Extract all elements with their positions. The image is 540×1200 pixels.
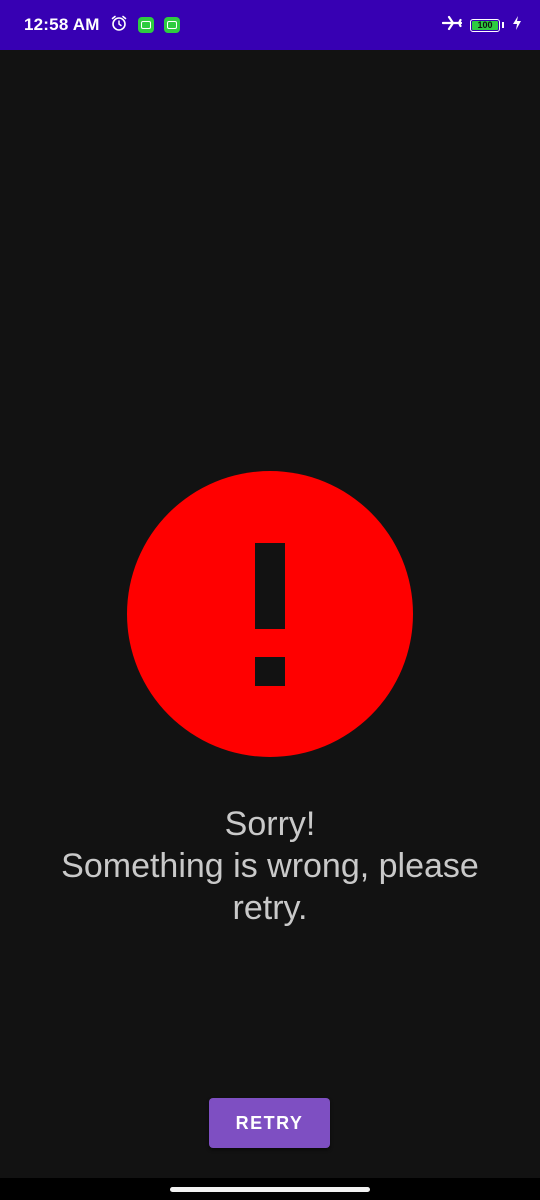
navigation-bar (0, 1178, 540, 1200)
error-description-line-2: retry. (232, 889, 308, 927)
app-notification-icon (163, 17, 180, 33)
status-right-group: 100 (441, 15, 522, 36)
charging-icon (512, 15, 522, 35)
home-indicator[interactable] (170, 1187, 370, 1192)
alarm-icon (110, 14, 128, 37)
status-left-group: 12:58 AM (24, 14, 180, 37)
error-description-line-1: Something is wrong, please (61, 847, 479, 885)
exclamation-dot (255, 657, 285, 686)
retry-button[interactable]: RETRY (209, 1098, 330, 1148)
battery-terminal (502, 22, 504, 28)
battery-level: 100 (477, 20, 493, 30)
battery-icon: 100 (470, 18, 500, 32)
status-time: 12:58 AM (24, 15, 100, 34)
app-notification-icon (137, 17, 154, 33)
error-exclamation-icon (127, 471, 413, 757)
exclamation-bar (255, 543, 285, 629)
airplane-mode-icon (441, 15, 463, 36)
error-title: Sorry! (224, 805, 316, 843)
error-message: Sorry! Something is wrong, please retry. (20, 803, 520, 929)
status-bar: 12:58 AM 100 (0, 0, 540, 50)
